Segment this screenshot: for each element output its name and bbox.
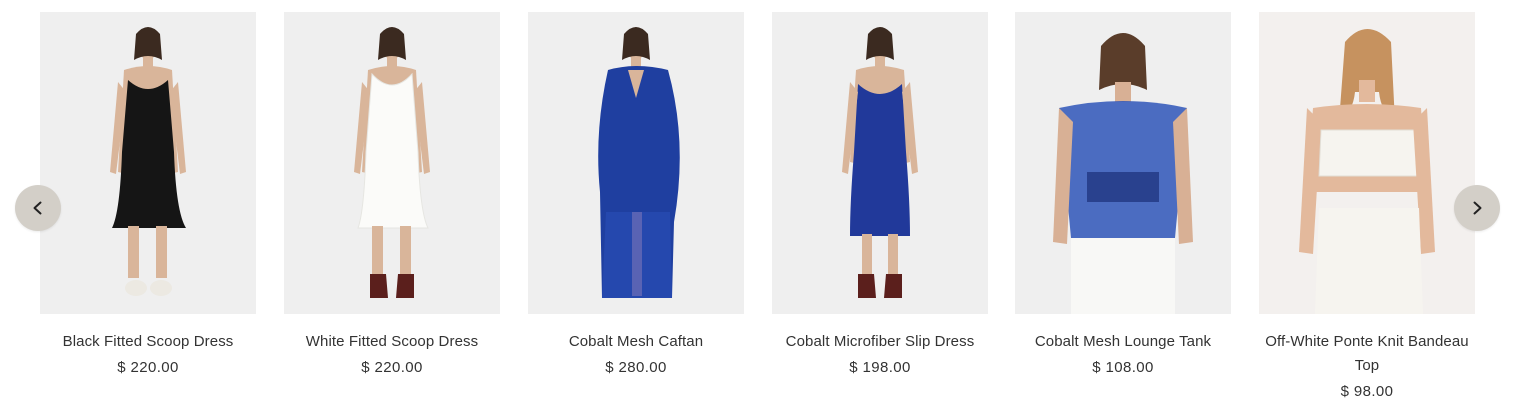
product-price: $ 220.00 (117, 359, 179, 376)
model-photo-white-dress (354, 27, 430, 298)
chevron-left-icon (33, 201, 42, 215)
product-title[interactable]: Cobalt Mesh Lounge Tank (1015, 330, 1231, 354)
product-image[interactable] (40, 12, 256, 314)
model-photo-cobalt-mesh-tank (1053, 33, 1193, 314)
product-price: $ 108.00 (1092, 359, 1154, 376)
model-photo-cobalt-slip-dress (842, 27, 918, 298)
model-photo-cobalt-caftan (598, 27, 680, 298)
carousel-prev-button[interactable] (15, 185, 61, 231)
product-price: $ 280.00 (605, 359, 667, 376)
product-image[interactable] (772, 12, 988, 314)
product-price: $ 198.00 (849, 359, 911, 376)
model-photo-black-dress (110, 27, 186, 296)
carousel-next-button[interactable] (1454, 185, 1500, 231)
model-photo-bandeau-top (1299, 29, 1435, 314)
product-card[interactable]: Off-White Ponte Knit Bandeau Top $ 98.00 (1259, 12, 1475, 402)
product-title[interactable]: Off-White Ponte Knit Bandeau Top (1259, 330, 1475, 378)
product-card[interactable]: Black Fitted Scoop Dress $ 220.00 (40, 12, 256, 378)
product-title[interactable]: Black Fitted Scoop Dress (40, 330, 256, 354)
product-price: $ 98.00 (1340, 383, 1394, 400)
chevron-right-icon (1473, 201, 1482, 215)
product-price: $ 220.00 (361, 359, 423, 376)
product-image[interactable] (284, 12, 500, 314)
product-card[interactable]: Cobalt Mesh Lounge Tank $ 108.00 (1015, 12, 1231, 378)
product-image[interactable] (528, 12, 744, 314)
product-card[interactable]: White Fitted Scoop Dress $ 220.00 (284, 12, 500, 378)
product-card[interactable]: Cobalt Mesh Caftan $ 280.00 (528, 12, 744, 378)
product-card[interactable]: Cobalt Microfiber Slip Dress $ 198.00 (772, 12, 988, 378)
product-title[interactable]: Cobalt Mesh Caftan (528, 330, 744, 354)
product-image[interactable] (1259, 12, 1475, 314)
product-carousel: Black Fitted Scoop Dress $ 220.00 White … (0, 0, 1523, 413)
product-title[interactable]: White Fitted Scoop Dress (284, 330, 500, 354)
product-image[interactable] (1015, 12, 1231, 314)
product-title[interactable]: Cobalt Microfiber Slip Dress (772, 330, 988, 354)
